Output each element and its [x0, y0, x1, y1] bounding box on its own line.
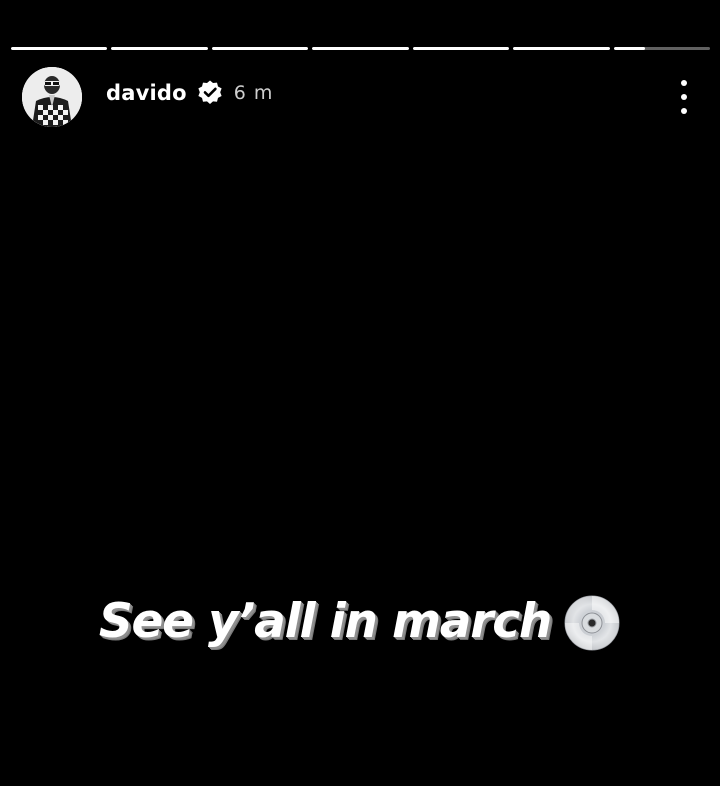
progress-segment	[412, 47, 510, 50]
menu-dot	[681, 94, 687, 100]
progress-segment-fill	[412, 47, 510, 50]
menu-dot	[681, 108, 687, 114]
progress-segment-fill	[312, 47, 409, 50]
progress-segment	[211, 47, 309, 50]
progress-segment	[513, 47, 610, 50]
story-timestamp: 6 m	[233, 82, 274, 104]
progress-segment-fill	[613, 47, 646, 50]
progress-segment-fill	[211, 47, 309, 50]
story-progress-bar	[11, 47, 710, 50]
progress-segment-fill	[513, 47, 610, 50]
progress-segment-fill	[111, 47, 208, 50]
verified-badge-icon	[196, 79, 224, 107]
author-username[interactable]: davido	[106, 81, 187, 105]
progress-segment	[312, 47, 409, 50]
progress-segment	[111, 47, 208, 50]
progress-segment-fill	[11, 47, 108, 50]
story-header: davido 6 m	[22, 66, 690, 128]
author-info: davido 6 m	[106, 79, 273, 107]
story-caption: See y’all in march	[0, 590, 720, 652]
more-vertical-icon[interactable]	[672, 80, 696, 114]
progress-segment	[11, 47, 108, 50]
optical-disc-icon	[563, 594, 621, 652]
progress-segment	[613, 47, 710, 50]
menu-dot	[681, 80, 687, 86]
profile-avatar-icon[interactable]	[22, 67, 82, 127]
caption-text: See y’all in march	[98, 593, 552, 649]
story-viewer: davido 6 m See y’all in march	[0, 0, 720, 786]
